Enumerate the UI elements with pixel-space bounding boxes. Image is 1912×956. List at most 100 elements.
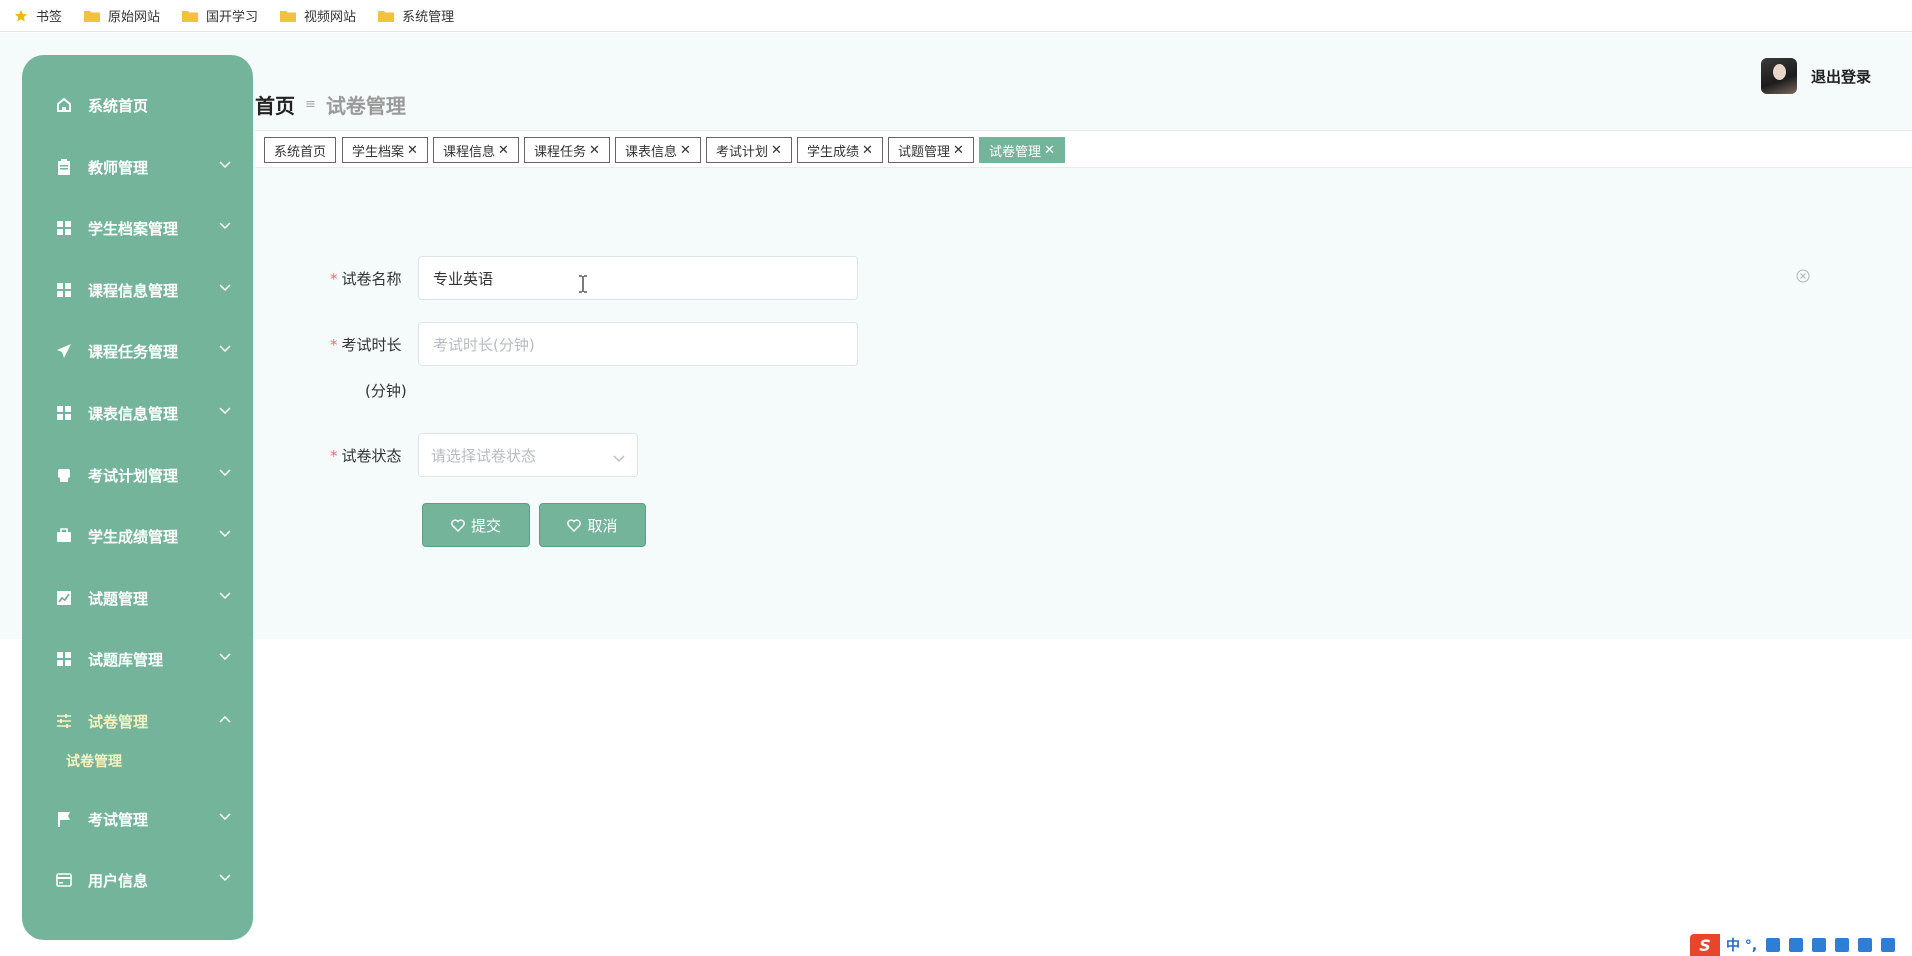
chevron-down-icon (219, 590, 231, 602)
sidebar-item-teacher[interactable]: 教师管理 (22, 147, 253, 187)
tab-course-info[interactable]: 课程信息 ✕ (433, 137, 519, 163)
sliders-icon (56, 713, 72, 729)
chevron-down-icon (219, 651, 231, 663)
tab-questions[interactable]: 试题管理 ✕ (888, 137, 974, 163)
duration-label-text: 考试时长 (341, 336, 402, 354)
paper-name-label-text: 试卷名称 (341, 270, 402, 288)
sidebar-item-exam-plan[interactable]: 考试计划管理 (22, 455, 253, 495)
sidebar-item-timetable[interactable]: 课表信息管理 (22, 393, 253, 433)
chevron-down-icon (219, 405, 231, 417)
tab-exam-plan[interactable]: 考试计划 ✕ (706, 137, 792, 163)
close-icon[interactable]: ✕ (771, 143, 782, 158)
ime-toolbar[interactable]: S 中 °, (1690, 934, 1912, 956)
sidebar-item-paper-management[interactable]: 试卷管理 (22, 701, 253, 741)
paper-name-value: 专业英语 (433, 269, 494, 288)
paper-plane-icon (56, 343, 72, 359)
sidebar-item-student-archive[interactable]: 学生档案管理 (22, 208, 253, 248)
sidebar-item-course-task[interactable]: 课程任务管理 (22, 331, 253, 371)
sidebar-item-question-bank[interactable]: 试题库管理 (22, 639, 253, 679)
tab-timetable[interactable]: 课表信息 ✕ (615, 137, 701, 163)
tab-paper-management[interactable]: 试卷管理 ✕ (979, 137, 1065, 163)
sidebar-item-user-info[interactable]: 用户信息 (22, 860, 253, 900)
cancel-button[interactable]: 取消 (539, 503, 646, 547)
microphone-icon (1766, 938, 1781, 952)
clear-icon[interactable] (1796, 268, 1810, 283)
flag-icon (56, 811, 72, 827)
bookmark-label: 视频网站 (304, 10, 357, 25)
tab-label: 学生档案 (352, 144, 405, 160)
home-icon (56, 97, 72, 113)
duration-input[interactable]: 考试时长(分钟) (418, 322, 858, 366)
sidebar-item-questions[interactable]: 试题管理 (22, 578, 253, 618)
card-icon (56, 872, 72, 888)
status-label-text: 试卷状态 (341, 447, 402, 465)
tab-label: 学生成绩 (807, 144, 860, 160)
grid-icon (56, 405, 72, 421)
close-icon[interactable]: ✕ (498, 143, 509, 158)
chevron-down-icon (219, 220, 231, 232)
close-icon[interactable]: ✕ (680, 143, 691, 158)
sidebar-item-label: 试卷管理 (88, 712, 149, 731)
text-cursor-icon (578, 275, 588, 293)
bookmark-label: 原始网站 (108, 10, 161, 25)
heart-icon (451, 518, 465, 532)
close-icon[interactable]: ✕ (589, 143, 600, 158)
sidebar-item-home[interactable]: 系统首页 (22, 85, 253, 125)
close-icon[interactable]: ✕ (1044, 143, 1055, 158)
duration-placeholder: 考试时长(分钟) (433, 335, 535, 354)
tabs-bar: 系统首页 学生档案 ✕ 课程信息 ✕ 课程任务 ✕ 课表信息 ✕ 考试计划 ✕ 学生成绩 ✕… (255, 130, 1912, 168)
ime-logo: S (1690, 934, 1720, 956)
briefcase-icon (56, 528, 72, 544)
tab-home[interactable]: 系统首页 (264, 137, 336, 163)
tab-course-task[interactable]: 课程任务 ✕ (524, 137, 610, 163)
gamepad-icon (1835, 938, 1850, 952)
bookmark-label: 国开学习 (206, 10, 259, 25)
duration-label: * 考试时长 (330, 334, 402, 355)
sidebar-item-label: 学生档案管理 (88, 219, 179, 238)
submit-button[interactable]: 提交 (422, 503, 530, 547)
bookmark-folder[interactable]: 国开学习 (182, 6, 258, 25)
tab-student-archive[interactable]: 学生档案 ✕ (342, 137, 428, 163)
sidebar-subitem-paper-management[interactable]: 试卷管理 (66, 751, 122, 771)
chevron-down-icon (219, 528, 231, 540)
chevron-down-icon (219, 811, 231, 823)
close-icon[interactable]: ✕ (953, 143, 964, 158)
keyboard-icon (1789, 938, 1804, 952)
sidebar-item-exam-management[interactable]: 考试管理 (22, 799, 253, 839)
tab-label: 课表信息 (625, 144, 678, 160)
breadcrumb-separator-icon: ≡ (305, 97, 316, 112)
sidebar-item-course-info[interactable]: 课程信息管理 (22, 270, 253, 310)
tab-label: 课程任务 (534, 144, 587, 160)
bookmark-label: 系统管理 (402, 10, 455, 25)
grid-icon (56, 220, 72, 236)
user-area: 退出登录 (1761, 58, 1871, 94)
sidebar-item-grades[interactable]: 学生成绩管理 (22, 516, 253, 556)
sidebar-item-label: 教师管理 (88, 158, 149, 177)
sidebar-item-label: 考试计划管理 (88, 466, 179, 485)
close-icon[interactable]: ✕ (407, 143, 418, 158)
tab-label: 考试计划 (716, 144, 769, 160)
duration-unit-label: (分钟) (365, 382, 407, 400)
logout-button[interactable]: 退出登录 (1811, 66, 1871, 87)
bookmark-folder[interactable]: 原始网站 (84, 6, 160, 25)
bookmark-folder[interactable]: 系统管理 (378, 6, 454, 25)
shirt-icon (1812, 938, 1827, 952)
chevron-down-icon (219, 467, 231, 479)
breadcrumb-home[interactable]: 首页 (255, 90, 295, 119)
printer-icon (56, 467, 72, 483)
sidebar-item-label: 课程信息管理 (88, 281, 179, 300)
paper-name-input[interactable]: 专业英语 (418, 256, 858, 300)
status-select[interactable]: 请选择试卷状态 (418, 433, 638, 477)
required-mark: * (330, 336, 338, 354)
chevron-down-icon (219, 282, 231, 294)
sidebar-item-label: 课程任务管理 (88, 342, 179, 361)
bookmark-item[interactable]: 书签 (14, 6, 62, 25)
tab-grades[interactable]: 学生成绩 ✕ (797, 137, 883, 163)
folder-icon (378, 9, 395, 22)
avatar[interactable] (1761, 58, 1797, 94)
folder-icon (182, 9, 199, 22)
close-icon[interactable]: ✕ (862, 143, 873, 158)
bookmark-folder[interactable]: 视频网站 (280, 6, 356, 25)
sidebar-item-label: 考试管理 (88, 810, 149, 829)
breadcrumb-current: 试卷管理 (325, 94, 406, 118)
